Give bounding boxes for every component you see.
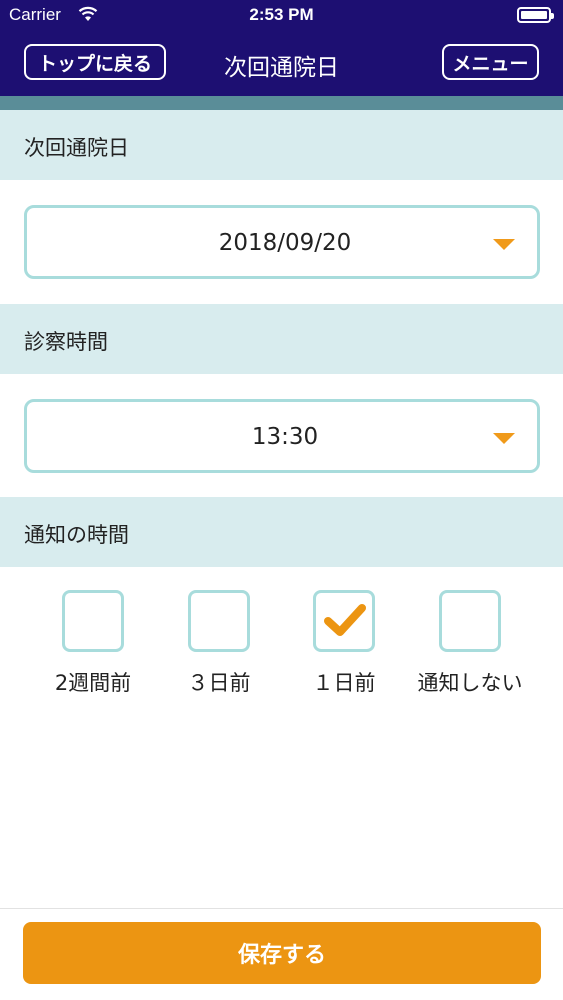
exam-time-section-header: 診察時間 xyxy=(0,304,563,374)
checkbox-1-day-before[interactable] xyxy=(313,590,375,652)
option-label: ３日前 xyxy=(187,671,251,695)
date-value: 2018/09/20 xyxy=(218,230,352,256)
battery-icon xyxy=(517,7,554,23)
section-title: 通知の時間 xyxy=(24,523,129,547)
section-title: 診察時間 xyxy=(24,330,108,354)
option-label: １日前 xyxy=(312,671,376,695)
clock: 2:53 PM xyxy=(249,5,314,24)
next-visit-section-header: 次回通院日 xyxy=(0,110,563,180)
dropdown-arrow-icon xyxy=(493,239,515,250)
checkbox-2-weeks-before[interactable] xyxy=(62,590,124,652)
menu-button[interactable]: メニュー xyxy=(442,44,539,80)
time-value: 13:30 xyxy=(251,424,319,450)
option-label: 通知しない xyxy=(417,671,523,695)
date-select[interactable]: 2018/09/20 xyxy=(24,205,540,279)
save-button[interactable]: 保存する xyxy=(23,922,541,984)
section-title: 次回通院日 xyxy=(24,136,129,160)
option-label: 2週間前 xyxy=(54,671,132,695)
notify-section-header: 通知の時間 xyxy=(0,497,563,567)
time-select[interactable]: 13:30 xyxy=(24,399,540,473)
status-bar: Carrier 2:53 PM xyxy=(0,0,563,30)
checkmark-icon xyxy=(324,604,366,636)
checkbox-no-notification[interactable] xyxy=(439,590,501,652)
divider-strip xyxy=(0,96,563,110)
dropdown-arrow-icon xyxy=(493,433,515,444)
checkbox-3-days-before[interactable] xyxy=(188,590,250,652)
divider xyxy=(0,908,563,909)
